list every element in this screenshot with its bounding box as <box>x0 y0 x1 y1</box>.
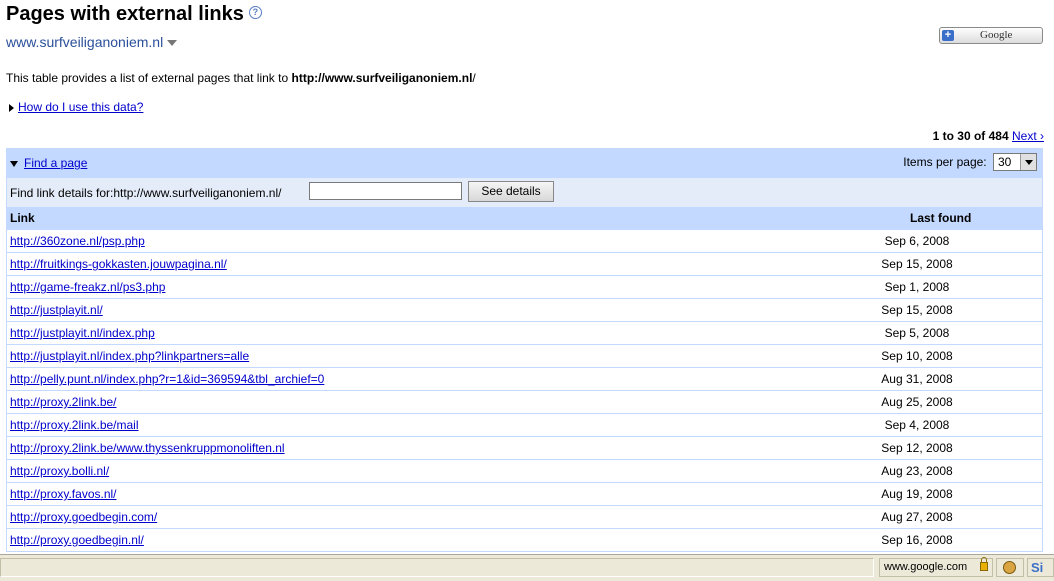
triangle-down-icon <box>10 160 18 167</box>
links-table: Find a page Items per page: 30 Find link… <box>6 148 1043 552</box>
table-row: http://proxy.favos.nl/Aug 19, 2008 <box>7 482 1042 505</box>
row-link[interactable]: http://proxy.goedbegin.com/ <box>10 510 157 524</box>
row-last-found: Sep 12, 2008 <box>881 441 953 455</box>
row-link[interactable]: http://proxy.2link.be/ <box>10 395 117 409</box>
site-name-text: www.surfveiliganoniem.nl <box>6 34 164 50</box>
column-header-last-found[interactable]: Last found <box>910 211 971 225</box>
row-link[interactable]: http://justplayit.nl/index.php <box>10 326 155 340</box>
table-row: http://proxy.goedbegin.nl/Sep 16, 2008 <box>7 528 1042 551</box>
status-domain: www.google.com <box>879 557 993 577</box>
pager: 1 to 30 of 484 Next › <box>933 129 1044 143</box>
table-row: http://justplayit.nl/Sep 15, 2008 <box>7 298 1042 321</box>
status-addon <box>996 558 1024 577</box>
items-per-page: Items per page: 30 <box>903 153 1037 171</box>
plus-icon: + <box>942 30 954 41</box>
row-link[interactable]: http://fruitkings-gokkasten.jouwpagina.n… <box>10 257 227 271</box>
column-header-link[interactable]: Link <box>10 211 35 225</box>
find-page-toggle[interactable]: Find a page <box>10 156 87 170</box>
row-link[interactable]: http://proxy.goedbegin.nl/ <box>10 533 144 547</box>
status-right-text: Si <box>1031 560 1044 575</box>
page-title-text: Pages with external links <box>6 3 244 25</box>
table-row: http://360zone.nl/psp.php Sep 6, 2008 <box>7 229 1042 252</box>
howto-toggle[interactable]: How do I use this data? <box>9 100 143 114</box>
table-row: http://proxy.goedbegin.com/Aug 27, 2008 <box>7 505 1042 528</box>
table-header: Link Last found <box>7 207 1042 229</box>
lock-icon[interactable] <box>980 557 988 571</box>
table-body: http://360zone.nl/psp.php Sep 6, 2008 http… <box>7 229 1042 551</box>
row-link[interactable]: http://proxy.2link.be/mail <box>10 418 139 432</box>
dropdown-arrow-icon[interactable] <box>1020 154 1036 170</box>
status-domain-text: www.google.com <box>884 561 968 573</box>
row-link[interactable]: http://justplayit.nl/ <box>10 303 103 317</box>
row-last-found: Sep 5, 2008 <box>884 326 950 340</box>
row-last-found: Sep 1, 2008 <box>884 280 950 294</box>
intro-prefix: This table provides a list of external p… <box>6 71 292 85</box>
browser-statusbar: www.google.com Si <box>0 554 1054 581</box>
site-selector[interactable]: www.surfveiliganoniem.nl <box>6 34 178 50</box>
table-row: http://proxy.2link.be/Aug 25, 2008 <box>7 390 1042 413</box>
chevron-down-icon <box>167 40 178 47</box>
row-last-found: Sep 15, 2008 <box>881 257 953 271</box>
status-message <box>0 558 874 577</box>
howto-link[interactable]: How do I use this data? <box>18 100 143 114</box>
table-row: http://fruitkings-gokkasten.jouwpagina.n… <box>7 252 1042 275</box>
page-title: Pages with external links? <box>6 3 262 26</box>
find-page-input[interactable] <box>309 182 462 200</box>
table-row: http://proxy.bolli.nl/Aug 23, 2008 <box>7 459 1042 482</box>
intro-text: This table provides a list of external p… <box>6 71 476 85</box>
items-per-page-value: 30 <box>998 155 1012 169</box>
find-bar: Find a page Items per page: 30 <box>7 149 1042 177</box>
intro-url: http://www.surfveiliganoniem.nl <box>291 71 473 85</box>
addon-icon[interactable] <box>1003 561 1016 574</box>
table-row: http://justplayit.nl/index.php?linkpartn… <box>7 344 1042 367</box>
triangle-right-icon <box>9 103 14 112</box>
table-row: http://proxy.2link.be/www.thyssenkruppmo… <box>7 436 1042 459</box>
table-row: http://justplayit.nl/index.php Sep 5, 200… <box>7 321 1042 344</box>
intro-suffix: / <box>472 71 476 85</box>
row-link[interactable]: http://proxy.bolli.nl/ <box>10 464 109 478</box>
items-per-page-label: Items per page: <box>903 155 987 169</box>
items-per-page-select[interactable]: 30 <box>993 153 1037 171</box>
row-last-found: Aug 19, 2008 <box>881 487 953 501</box>
table-row: http://game-freakz.nl/ps3.php Sep 1, 2008 <box>7 275 1042 298</box>
row-last-found: Sep 15, 2008 <box>881 303 953 317</box>
row-last-found: Sep 6, 2008 <box>884 234 950 248</box>
row-last-found: Aug 31, 2008 <box>881 372 953 386</box>
pager-range: 1 to 30 of 484 <box>932 129 1009 143</box>
row-link[interactable]: http://proxy.favos.nl/ <box>10 487 117 501</box>
row-last-found: Aug 25, 2008 <box>881 395 953 409</box>
row-last-found: Sep 4, 2008 <box>884 418 950 432</box>
row-last-found: Aug 27, 2008 <box>881 510 953 524</box>
row-last-found: Sep 16, 2008 <box>881 533 953 547</box>
table-row: http://pelly.punt.nl/index.php?r=1&id=36… <box>7 367 1042 390</box>
status-right: Si <box>1027 558 1054 577</box>
find-label: Find link details for:http://www.surfvei… <box>10 186 282 200</box>
row-link[interactable]: http://proxy.2link.be/www.thyssenkruppmo… <box>10 441 285 455</box>
row-link[interactable]: http://game-freakz.nl/ps3.php <box>10 280 165 294</box>
see-details-button[interactable]: See details <box>468 181 554 202</box>
next-page-link[interactable]: Next › <box>1012 129 1044 143</box>
find-row: Find link details for:http://www.surfvei… <box>7 177 1042 207</box>
row-last-found: Aug 23, 2008 <box>881 464 953 478</box>
add-to-google-button[interactable]: + Google <box>939 27 1043 44</box>
google-button-label: Google <box>980 29 1013 41</box>
row-link[interactable]: http://360zone.nl/psp.php <box>10 234 145 248</box>
find-page-link[interactable]: Find a page <box>24 156 87 170</box>
table-row: http://proxy.2link.be/mail Sep 4, 2008 <box>7 413 1042 436</box>
row-link[interactable]: http://justplayit.nl/index.php?linkpartn… <box>10 349 249 363</box>
row-link[interactable]: http://pelly.punt.nl/index.php?r=1&id=36… <box>10 372 324 386</box>
help-icon[interactable]: ? <box>248 6 262 19</box>
row-last-found: Sep 10, 2008 <box>881 349 953 363</box>
